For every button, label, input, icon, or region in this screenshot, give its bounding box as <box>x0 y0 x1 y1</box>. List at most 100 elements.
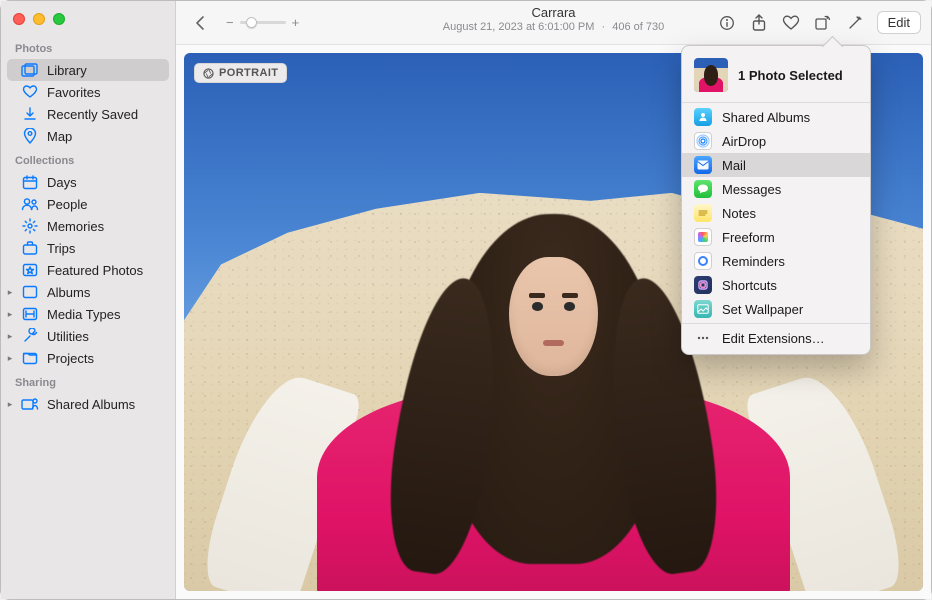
sidebar-item-map[interactable]: Map <box>7 125 169 147</box>
share-thumbnail <box>694 58 728 92</box>
share-popover-title: 1 Photo Selected <box>738 68 843 83</box>
notes-icon <box>694 204 712 222</box>
sidebar-item-label: Shared Albums <box>47 397 135 412</box>
sidebar-item-projects[interactable]: ▸ Projects <box>7 347 169 369</box>
popover-separator <box>682 323 870 324</box>
share-option-reminders[interactable]: Reminders <box>682 249 870 273</box>
sidebar-item-albums[interactable]: ▸ Albums <box>7 281 169 303</box>
share-option-notes[interactable]: Notes <box>682 201 870 225</box>
shared-albums-icon <box>21 396 39 412</box>
sidebar-item-people[interactable]: People <box>7 193 169 215</box>
photo-subtitle: August 21, 2023 at 6:01:00 PM · 406 of 7… <box>443 21 664 35</box>
mail-icon <box>694 156 712 174</box>
close-window-button[interactable] <box>13 13 25 25</box>
sidebar-item-label: Utilities <box>47 329 89 344</box>
shortcuts-icon <box>694 276 712 294</box>
sidebar-section-header: Collections <box>1 147 175 171</box>
share-popover: 1 Photo Selected Shared Albums AirDrop Mai… <box>681 45 871 355</box>
title-block: Carrara August 21, 2023 at 6:01:00 PM · … <box>443 5 664 35</box>
sidebar-item-featured-photos[interactable]: Featured Photos <box>7 259 169 281</box>
share-option-label: Freeform <box>722 230 775 245</box>
toolbar-right: Edit <box>713 10 921 36</box>
subtitle-separator: · <box>598 21 610 33</box>
sidebar: Photos Library Favorites Recently Saved Map C… <box>1 1 176 599</box>
sidebar-item-library[interactable]: Library <box>7 59 169 81</box>
people-icon <box>21 196 39 212</box>
share-option-airdrop[interactable]: AirDrop <box>682 129 870 153</box>
main-pane: − + Carrara August 21, 2023 at 6:01:00 P… <box>176 1 931 599</box>
utilities-icon <box>21 328 39 344</box>
sidebar-item-label: Trips <box>47 241 75 256</box>
sidebar-item-media-types[interactable]: ▸Media Types <box>7 303 169 325</box>
share-button[interactable] <box>745 10 773 36</box>
auto-enhance-button[interactable] <box>841 10 869 36</box>
wallpaper-icon <box>694 300 712 318</box>
share-option-label: Mail <box>722 158 746 173</box>
minimize-window-button[interactable] <box>33 13 45 25</box>
zoom-thumb[interactable] <box>246 17 257 28</box>
sidebar-item-recently-saved[interactable]: Recently Saved <box>7 103 169 125</box>
rotate-button[interactable] <box>809 10 837 36</box>
sidebar-item-favorites[interactable]: Favorites <box>7 81 169 103</box>
sidebar-item-days[interactable]: Days <box>7 171 169 193</box>
zoom-out-icon: − <box>226 15 234 30</box>
portrait-badge[interactable]: PORTRAIT <box>194 63 287 83</box>
sidebar-item-label: Library <box>47 63 87 78</box>
zoom-in-icon: + <box>292 15 300 30</box>
suitcase-icon <box>21 240 39 256</box>
chevron-right-icon[interactable]: ▸ <box>5 353 15 364</box>
edit-button[interactable]: Edit <box>877 11 921 34</box>
reminders-icon <box>694 252 712 270</box>
chevron-right-icon[interactable]: ▸ <box>5 287 15 298</box>
back-button[interactable] <box>186 10 214 36</box>
download-icon <box>21 106 39 122</box>
aperture-icon <box>203 68 214 79</box>
sidebar-item-utilities[interactable]: ▸ Utilities <box>7 325 169 347</box>
sidebar-item-label: Map <box>47 129 72 144</box>
share-option-label: Messages <box>722 182 781 197</box>
sidebar-item-label: Favorites <box>47 85 100 100</box>
airdrop-icon <box>694 132 712 150</box>
sidebar-item-label: Days <box>47 175 77 190</box>
sidebar-item-label: Projects <box>47 351 94 366</box>
calendar-icon <box>21 174 39 190</box>
share-option-label: Notes <box>722 206 756 221</box>
share-option-label: Shortcuts <box>722 278 777 293</box>
share-option-set-wallpaper[interactable]: Set Wallpaper <box>682 297 870 321</box>
projects-icon <box>21 350 39 366</box>
photo-title: Carrara <box>443 5 664 21</box>
share-option-messages[interactable]: Messages <box>682 177 870 201</box>
share-option-edit-extensions[interactable]: Edit Extensions… <box>682 326 870 350</box>
zoom-slider[interactable]: − + <box>226 15 299 30</box>
share-option-mail[interactable]: Mail <box>682 153 870 177</box>
info-button[interactable] <box>713 10 741 36</box>
share-option-label: Shared Albums <box>722 110 810 125</box>
sidebar-section-header: Photos <box>1 35 175 59</box>
sidebar-item-shared-albums[interactable]: ▸ Shared Albums <box>7 393 169 415</box>
share-option-label: Edit Extensions… <box>722 331 825 346</box>
library-icon <box>21 62 39 78</box>
albums-icon <box>21 284 39 300</box>
share-option-shared-albums[interactable]: Shared Albums <box>682 105 870 129</box>
favorite-button[interactable] <box>777 10 805 36</box>
sidebar-item-memories[interactable]: Memories <box>7 215 169 237</box>
share-option-shortcuts[interactable]: Shortcuts <box>682 273 870 297</box>
zoom-track[interactable] <box>240 21 286 24</box>
chevron-right-icon[interactable]: ▸ <box>5 309 15 320</box>
share-option-label: Set Wallpaper <box>722 302 803 317</box>
sidebar-item-label: People <box>47 197 87 212</box>
sidebar-item-trips[interactable]: Trips <box>7 237 169 259</box>
shared-icon <box>694 108 712 126</box>
sidebar-item-label: Recently Saved <box>47 107 138 122</box>
freeform-icon <box>694 228 712 246</box>
zoom-window-button[interactable] <box>53 13 65 25</box>
memories-icon <box>21 218 39 234</box>
sidebar-item-label: Albums <box>47 285 90 300</box>
chevron-right-icon[interactable]: ▸ <box>5 399 15 410</box>
app-window: Photos Library Favorites Recently Saved Map C… <box>1 1 931 599</box>
chevron-right-icon[interactable]: ▸ <box>5 331 15 342</box>
share-option-freeform[interactable]: Freeform <box>682 225 870 249</box>
media-types-icon <box>21 306 39 322</box>
photo-position: 406 of 730 <box>612 21 664 33</box>
messages-icon <box>694 180 712 198</box>
